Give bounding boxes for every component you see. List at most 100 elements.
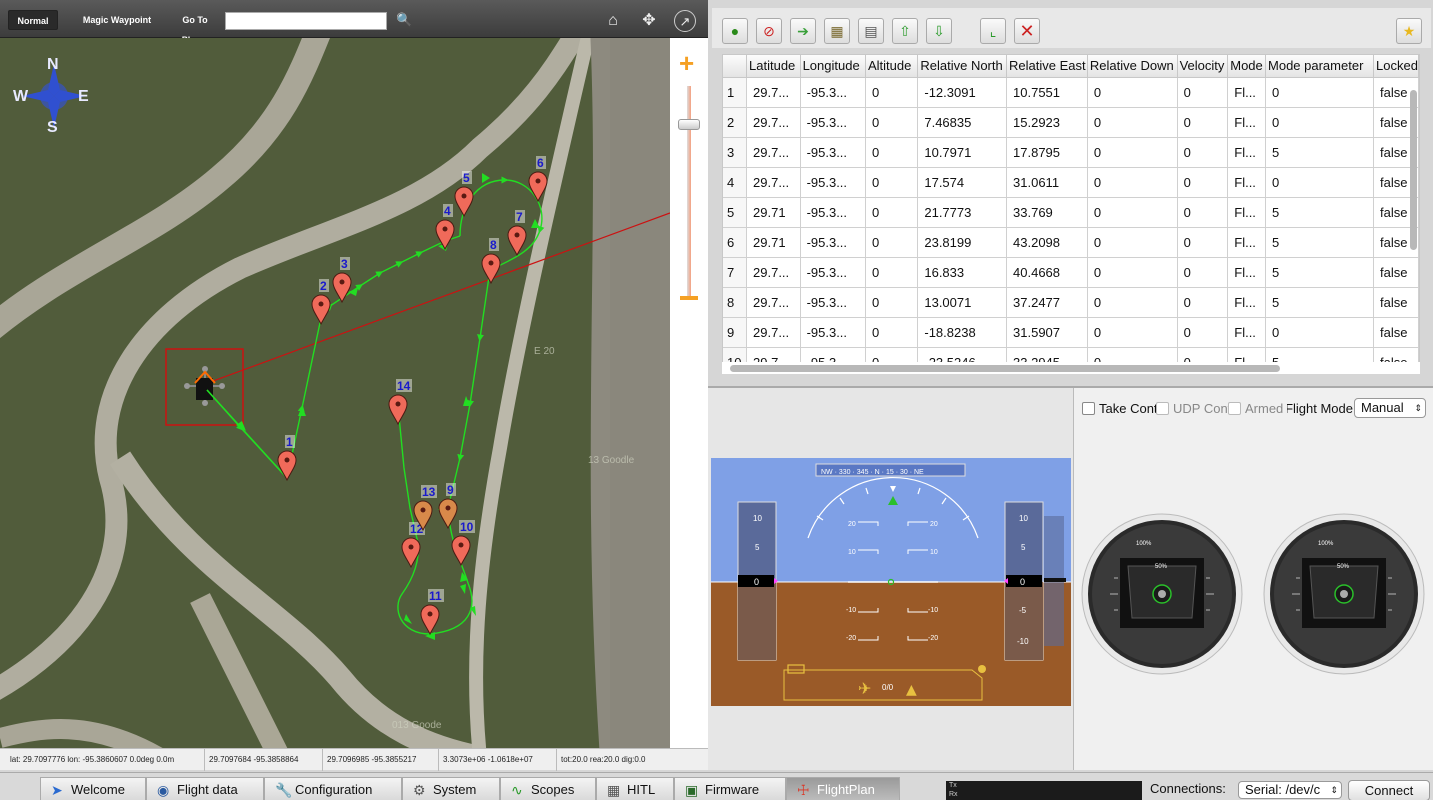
table-cell-mode[interactable]: Fl... (1227, 257, 1267, 288)
table-cell-lat[interactable]: 29.71 (746, 197, 801, 228)
table-cell-rd[interactable]: 0 (1087, 317, 1178, 348)
zoom-in-button[interactable]: + (679, 50, 694, 76)
table-cell-vel[interactable]: 0 (1177, 107, 1229, 138)
table-cell-mp[interactable]: 0 (1265, 77, 1374, 108)
table-cell-rd[interactable]: 0 (1087, 107, 1178, 138)
waypoint-table[interactable]: Latitude Longitude Altitude Relative Nor… (722, 54, 1420, 374)
tab-flightplan[interactable]: ☩ FlightPlan (786, 777, 900, 800)
table-cell-mp[interactable]: 5 (1265, 137, 1374, 168)
table-cell-vel[interactable]: 0 (1177, 167, 1229, 198)
table-cell-mode[interactable]: Fl... (1227, 227, 1267, 258)
table-cell-rd[interactable]: 0 (1087, 257, 1178, 288)
table-cell-vel[interactable]: 0 (1177, 137, 1229, 168)
table-cell-vel[interactable]: 0 (1177, 257, 1229, 288)
table-cell-rd[interactable]: 0 (1087, 287, 1178, 318)
table-cell-lat[interactable]: 29.71 (746, 227, 801, 258)
table-cell-lat[interactable]: 29.7... (746, 287, 801, 318)
table-cell-lon[interactable]: -95.3... (800, 257, 867, 288)
tab-flight-data[interactable]: ◉ Flight data (146, 777, 264, 800)
table-cell-mp[interactable]: 5 (1265, 257, 1374, 288)
table-cell-lon[interactable]: -95.3... (800, 107, 867, 138)
save-icon[interactable]: ▤ (858, 18, 884, 44)
table-cell-re[interactable]: 43.2098 (1006, 227, 1088, 258)
table-cell-vel[interactable]: 0 (1177, 197, 1229, 228)
column-header[interactable]: Mode parameter (1265, 55, 1374, 78)
zoom-slider-handle[interactable] (678, 119, 700, 130)
table-cell-mode[interactable]: Fl... (1227, 167, 1267, 198)
map-canvas[interactable]: E 20 13 Goodle 013 Goode N S E W 1234567… (0, 38, 670, 748)
map-image-icon[interactable]: ▦ (824, 18, 850, 44)
table-cell-alt[interactable]: 0 (865, 257, 919, 288)
table-cell-mp[interactable]: 0 (1265, 317, 1374, 348)
table-cell-rn[interactable]: -12.3091 (917, 77, 1008, 108)
next-arrow-icon[interactable]: ➔ (790, 18, 816, 44)
tab-hitl[interactable]: ▦ HITL (596, 777, 674, 800)
column-header[interactable]: Mode (1227, 55, 1267, 78)
table-cell-mode[interactable]: Fl... (1227, 197, 1267, 228)
goto-place-input[interactable] (225, 12, 387, 30)
table-cell-rd[interactable]: 0 (1087, 77, 1178, 108)
move-up-icon[interactable]: ⇧ (892, 18, 918, 44)
tab-firmware[interactable]: ▣ Firmware (674, 777, 786, 800)
normal-mode-button[interactable]: Normal (8, 10, 58, 30)
udp-control-checkbox[interactable]: UDP Control (1156, 401, 1228, 416)
table-cell-lat[interactable]: 29.7... (746, 107, 801, 138)
move-down-icon[interactable]: ⇩ (926, 18, 952, 44)
star-icon[interactable]: ★ (1396, 18, 1422, 44)
zoom-track[interactable] (687, 86, 691, 296)
table-cell-re[interactable]: 15.2923 (1006, 107, 1088, 138)
table-cell-rn[interactable]: 7.46835 (917, 107, 1008, 138)
table-cell-lon[interactable]: -95.3... (800, 317, 867, 348)
table-cell-re[interactable]: 17.8795 (1006, 137, 1088, 168)
table-cell-lon[interactable]: -95.3... (800, 77, 867, 108)
table-cell-rd[interactable]: 0 (1087, 227, 1178, 258)
compass-arrow-icon[interactable]: ↗ (674, 10, 696, 32)
flight-mode-select[interactable]: Manual ⇕ (1354, 398, 1426, 418)
table-cell-lat[interactable]: 29.7... (746, 137, 801, 168)
column-header[interactable]: Relative East (1006, 55, 1088, 78)
table-cell-rn[interactable]: -18.8238 (917, 317, 1008, 348)
table-cell-re[interactable]: 33.769 (1006, 197, 1088, 228)
table-cell-lat[interactable]: 29.7... (746, 257, 801, 288)
delete-waypoint-icon[interactable]: ⊘ (756, 18, 782, 44)
table-cell-alt[interactable]: 0 (865, 317, 919, 348)
table-cell-alt[interactable]: 0 (865, 107, 919, 138)
table-cell-rd[interactable]: 0 (1087, 197, 1178, 228)
table-cell-lon[interactable]: -95.3... (800, 227, 867, 258)
table-row[interactable]: 8 29.7... -95.3... 0 13.0071 37.2477 0 0 Fl... 5 f… (723, 287, 1419, 318)
table-row[interactable]: 6 29.71 -95.3... 0 23.8199 43.2098 0 0 Fl... 5 fal… (723, 227, 1419, 258)
table-cell-vel[interactable]: 0 (1177, 317, 1229, 348)
move-icon[interactable]: ✥ (638, 10, 660, 32)
table-cell-rn[interactable]: 10.7971 (917, 137, 1008, 168)
table-row[interactable]: 5 29.71 -95.3... 0 21.7773 33.769 0 0 Fl... 5 fals… (723, 197, 1419, 228)
column-header[interactable]: Velocity (1177, 55, 1229, 78)
table-cell-rd[interactable]: 0 (1087, 167, 1178, 198)
table-cell-mode[interactable]: Fl... (1227, 287, 1267, 318)
table-cell-mode[interactable]: Fl... (1227, 77, 1267, 108)
column-header[interactable]: Longitude (800, 55, 867, 78)
table-cell-lon[interactable]: -95.3... (800, 167, 867, 198)
table-cell-mp[interactable]: 5 (1265, 287, 1374, 318)
table-cell-re[interactable]: 40.4668 (1006, 257, 1088, 288)
satellite-map[interactable]: E 20 13 Goodle 013 Goode N S E W 1 2 3 4… (0, 38, 670, 748)
table-cell-rn[interactable]: 17.574 (917, 167, 1008, 198)
zoom-out-button[interactable] (680, 296, 698, 300)
table-cell-lon[interactable]: -95.3... (800, 287, 867, 318)
table-cell-mode[interactable]: Fl... (1227, 317, 1267, 348)
table-row[interactable]: 7 29.7... -95.3... 0 16.833 40.4668 0 0 Fl... 5 fa… (723, 257, 1419, 288)
table-cell-re[interactable]: 31.5907 (1006, 317, 1088, 348)
table-cell-alt[interactable]: 0 (865, 77, 919, 108)
table-cell-lat[interactable]: 29.7... (746, 77, 801, 108)
tab-system[interactable]: ⚙ System (402, 777, 500, 800)
add-waypoint-icon[interactable]: ● (722, 18, 748, 44)
clear-icon[interactable]: ✕ (1014, 18, 1040, 44)
table-cell-lat[interactable]: 29.7... (746, 167, 801, 198)
table-row[interactable]: 4 29.7... -95.3... 0 17.574 31.0611 0 0 Fl... 0 fa… (723, 167, 1419, 198)
table-row[interactable]: 2 29.7... -95.3... 0 7.46835 15.2923 0 0 Fl... 0 f… (723, 107, 1419, 138)
vertical-scroll-thumb[interactable] (1410, 90, 1417, 250)
table-cell-alt[interactable]: 0 (865, 287, 919, 318)
magic-waypoint-button[interactable]: Magic Waypoint (80, 10, 154, 30)
connection-select[interactable]: Serial: /dev/c ⇕ (1238, 781, 1342, 799)
table-cell-rn[interactable]: 23.8199 (917, 227, 1008, 258)
table-cell-vel[interactable]: 0 (1177, 227, 1229, 258)
